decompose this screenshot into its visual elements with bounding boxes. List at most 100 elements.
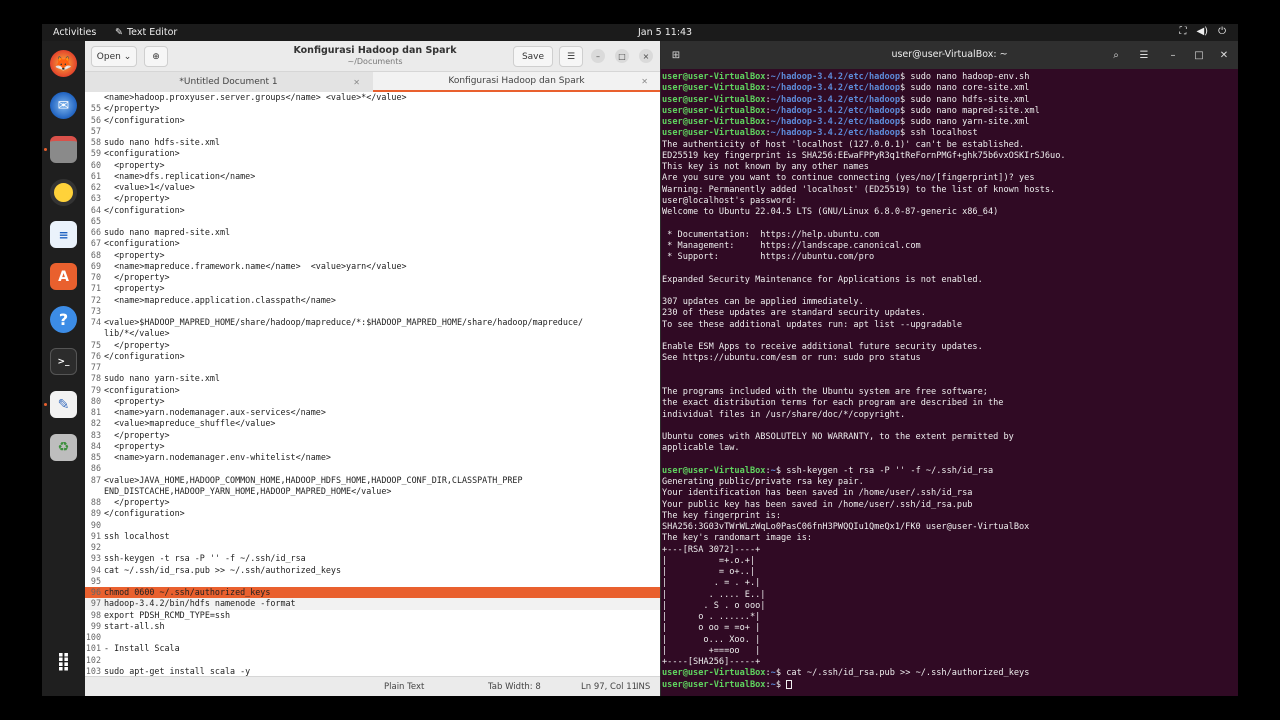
code-line[interactable]: 60 <property> (85, 160, 660, 171)
code-line[interactable]: 82 <value>mapreduce_shuffle</value> (85, 418, 660, 429)
text-editor-icon[interactable]: ✎ (50, 391, 77, 418)
show-apps-icon[interactable]: ⣿ (50, 648, 77, 675)
terminal-prompt-line: user@user-VirtualBox:~/hadoop-3.4.2/etc/… (662, 72, 1030, 82)
code-line[interactable]: 59 <configuration> (85, 148, 660, 159)
close-icon[interactable]: ✕ (1215, 46, 1233, 64)
code-line[interactable]: 81 <name>yarn.nodemanager.aux-services</… (85, 407, 660, 418)
terminal-output-line: The programs included with the Ubuntu sy… (662, 387, 988, 397)
code-line[interactable]: 95 (85, 576, 660, 587)
code-line[interactable]: 76 </configuration> (85, 351, 660, 362)
code-line[interactable]: 99 start-all.sh (85, 621, 660, 632)
code-line[interactable]: 69 <name>mapreduce.framework.name</name>… (85, 261, 660, 272)
terminal-icon[interactable]: >_ (50, 348, 77, 375)
code-line[interactable]: <name>hadoop.proxyuser.server.groups</na… (85, 92, 660, 103)
open-button[interactable]: Open ⌄ (91, 46, 137, 67)
new-tab-icon[interactable]: ⊞ (667, 46, 685, 64)
line-number: 58 (90, 137, 101, 147)
code-line[interactable]: 77 (85, 362, 660, 373)
close-tab-icon[interactable]: ✕ (641, 77, 648, 86)
code-line[interactable]: 72 <name>mapreduce.application.classpath… (85, 295, 660, 306)
code-line[interactable]: 61 <name>dfs.replication</name> (85, 171, 660, 182)
tab-width-selector[interactable]: Tab Width: 8 (488, 682, 541, 692)
code-line[interactable]: 80 <property> (85, 396, 660, 407)
system-menu[interactable]: ⛶ ◀) ⏻ (1179, 26, 1226, 37)
maximize-icon[interactable]: □ (615, 49, 629, 63)
firefox-icon[interactable]: 🦊 (50, 50, 77, 77)
code-line[interactable]: lib/*</value> (85, 328, 660, 339)
code-line[interactable]: 100 (85, 632, 660, 643)
code-line[interactable]: 63 </property> (85, 193, 660, 204)
code-area[interactable]: <name>hadoop.proxyuser.server.groups</na… (85, 92, 660, 676)
terminal-window: ⊞ user@user-VirtualBox: ~ ⌕ ☰ – □ ✕ user… (661, 41, 1238, 696)
code-line[interactable]: 71 <property> (85, 283, 660, 294)
code-line[interactable]: 84 <property> (85, 441, 660, 452)
code-line[interactable]: 103 sudo apt-get install scala -y (85, 666, 660, 676)
code-line[interactable]: 57 (85, 126, 660, 137)
code-line[interactable]: 66 sudo nano mapred-site.xml (85, 227, 660, 238)
terminal-output-line: the exact distribution terms for each pr… (662, 398, 1004, 409)
code-line[interactable]: 93 ssh-keygen -t rsa -P '' -f ~/.ssh/id_r… (85, 553, 660, 564)
line-number: 71 (90, 283, 101, 294)
code-line[interactable]: 67 <configuration> (85, 238, 660, 249)
code-line[interactable]: 98 export PDSH_RCMD_TYPE=ssh (85, 610, 660, 621)
code-line[interactable]: 70 </property> (85, 272, 660, 283)
minimize-icon[interactable]: – (1164, 46, 1182, 64)
code-line[interactable]: 64 </configuration> (85, 205, 660, 216)
code-line[interactable]: 92 (85, 542, 660, 553)
line-number: 89 (90, 508, 101, 519)
menu-icon[interactable]: ☰ (1135, 46, 1153, 64)
search-icon[interactable]: ⌕ (1107, 46, 1125, 64)
code-line[interactable]: 74 <value>$HADOOP_MAPRED_HOME/share/hadoo… (85, 317, 660, 328)
code-line[interactable]: 87 <value>JAVA_HOME,HADOOP_COMMON_HOME,HA… (85, 475, 660, 486)
code-line[interactable]: 101- Install Scala (85, 643, 660, 654)
code-line[interactable]: 73 (85, 306, 660, 317)
language-selector[interactable]: Plain Text (384, 682, 424, 692)
code-line[interactable]: 83 </property> (85, 430, 660, 441)
writer-icon[interactable]: ≡ (50, 221, 77, 248)
code-line[interactable]: 94 cat ~/.ssh/id_rsa.pub >> ~/.ssh/author… (85, 565, 660, 576)
code-line[interactable]: 58 sudo nano hdfs-site.xml (85, 137, 660, 148)
line-number: 93 (90, 553, 101, 564)
code-line[interactable]: END_DISTCACHE,HADOOP_YARN_HOME,HADOOP_MA… (85, 486, 660, 497)
code-line[interactable]: 89 </configuration> (85, 508, 660, 519)
files-icon[interactable] (50, 136, 77, 163)
code-line[interactable]: 102 (85, 655, 660, 666)
code-line[interactable]: 68 <property> (85, 250, 660, 261)
line-text: sudo apt-get install scala -y (104, 665, 251, 676)
terminal-output-line: * Management: https://landscape.canonica… (662, 240, 921, 251)
code-line[interactable]: 90 (85, 520, 660, 531)
app-menu[interactable]: ✎ Text Editor (115, 27, 177, 38)
code-line[interactable]: 62 <value>1</value> (85, 182, 660, 193)
tab-untitled-document[interactable]: *Untitled Document 1 ✕ (85, 72, 372, 92)
line-number: 98 (90, 609, 101, 620)
code-line[interactable]: 88 </property> (85, 497, 660, 508)
app-center-icon[interactable]: A (50, 263, 77, 290)
code-line[interactable]: 55 </property> (85, 103, 660, 114)
tab-konfigurasi[interactable]: Konfigurasi Hadoop dan Spark ✕ (373, 72, 660, 92)
code-line[interactable]: 96 chmod 0600 ~/.ssh/authorized_keys (85, 587, 660, 599)
maximize-icon[interactable]: □ (1190, 46, 1208, 64)
close-icon[interactable]: × (639, 49, 653, 63)
help-icon[interactable]: ? (50, 306, 77, 333)
new-document-icon[interactable]: ⊕ (144, 46, 168, 67)
code-line[interactable]: 79 <configuration> (85, 385, 660, 396)
code-line[interactable]: 85 <name>yarn.nodemanager.env-whitelist<… (85, 452, 660, 463)
menu-icon[interactable]: ☰ (559, 46, 583, 67)
trash-icon[interactable]: ♻ (50, 434, 77, 461)
thunderbird-icon[interactable]: ✉ (50, 92, 77, 119)
activities-button[interactable]: Activities (53, 27, 96, 38)
code-line[interactable]: 65 (85, 216, 660, 227)
minimize-icon[interactable]: – (591, 49, 605, 63)
cursor-position[interactable]: Ln 97, Col 11 (581, 682, 637, 692)
code-line[interactable]: 97 hadoop-3.4.2/bin/hdfs namenode -format (85, 598, 660, 610)
close-tab-icon[interactable]: ✕ (353, 78, 360, 87)
code-line[interactable]: 86 (85, 463, 660, 474)
code-line[interactable]: 78 sudo nano yarn-site.xml (85, 373, 660, 384)
terminal-output[interactable]: user@user-VirtualBox:~/hadoop-3.4.2/etc/… (662, 72, 1237, 696)
code-line[interactable]: 56 </configuration> (85, 115, 660, 126)
code-line[interactable]: 91 ssh localhost (85, 531, 660, 542)
clock[interactable]: Jan 5 11:43 (638, 27, 692, 38)
code-line[interactable]: 75 </property> (85, 340, 660, 351)
rhythmbox-icon[interactable] (50, 179, 77, 206)
save-button[interactable]: Save (513, 46, 553, 67)
